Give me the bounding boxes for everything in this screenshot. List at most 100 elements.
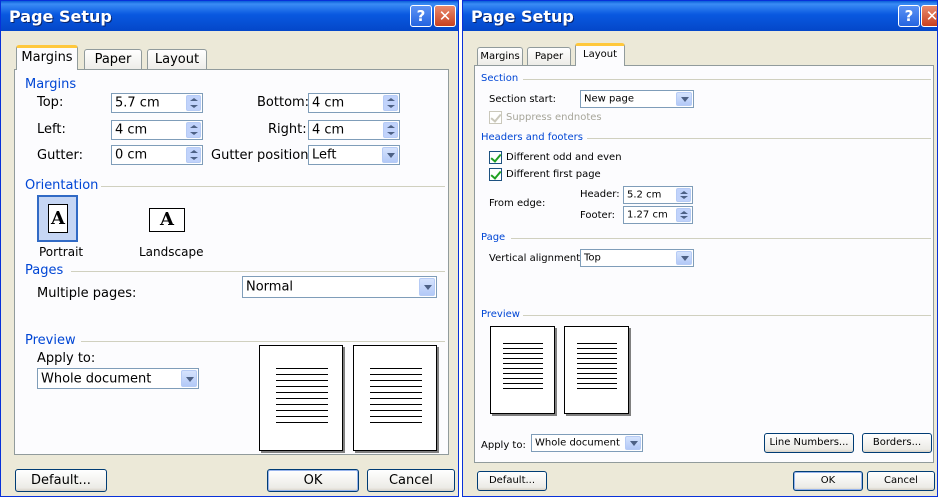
right-margin-field[interactable]: 4 cm	[308, 120, 400, 140]
portrait-icon: A	[48, 204, 68, 233]
vertical-alignment-value: Top	[584, 252, 601, 264]
landscape-icon: A	[149, 208, 185, 232]
preview-line	[577, 343, 617, 344]
help-button[interactable]: ?	[410, 5, 432, 27]
preview-line	[276, 398, 328, 399]
landscape-label: Landscape	[139, 245, 204, 259]
left-margin-field[interactable]: 4 cm	[111, 120, 203, 140]
default-button[interactable]: Default...	[477, 471, 547, 491]
preview-line	[370, 416, 422, 417]
chevron-down-icon[interactable]	[419, 278, 435, 296]
tab-margins[interactable]: Margins	[477, 47, 523, 66]
right-margin-spinner[interactable]	[383, 122, 398, 138]
preview-line	[276, 386, 328, 387]
gutter-value: 0 cm	[115, 147, 148, 163]
footer-label: Footer:	[580, 210, 616, 221]
help-button[interactable]: ?	[898, 5, 920, 27]
portrait-button[interactable]: A	[37, 195, 78, 242]
page-setup-dialog-margins: Page Setup ? ✕ Margins Paper Layout Marg…	[0, 0, 459, 497]
chevron-down-icon[interactable]	[625, 436, 641, 450]
line-numbers-button[interactable]: Line Numbers...	[764, 433, 854, 453]
tab-margins[interactable]: Margins	[16, 45, 78, 70]
section-start-dropdown[interactable]: New page	[580, 90, 694, 108]
apply-to-dropdown[interactable]: Whole document	[531, 434, 643, 452]
preview-line	[370, 398, 422, 399]
preview-line	[503, 363, 543, 364]
default-button[interactable]: Default...	[15, 469, 107, 492]
dialog-title: Page Setup	[471, 7, 574, 26]
gutter-label: Gutter:	[37, 148, 84, 163]
preview-divider	[523, 315, 931, 316]
left-margin-spinner[interactable]	[186, 122, 201, 138]
different-first-page-checkbox[interactable]	[489, 168, 502, 181]
apply-to-value: Whole document	[41, 371, 152, 386]
bottom-margin-field[interactable]: 4 cm	[308, 93, 400, 113]
group-pages: Pages	[25, 263, 64, 278]
pages-divider	[71, 271, 445, 272]
suppress-endnotes-checkbox[interactable]	[489, 111, 502, 124]
preview-page-left	[259, 345, 343, 451]
dialog-title: Page Setup	[9, 7, 112, 26]
tab-layout[interactable]: Layout	[147, 49, 207, 71]
headers-footers-divider	[587, 138, 931, 139]
ok-button[interactable]: OK	[793, 471, 863, 491]
bottom-margin-spinner[interactable]	[383, 95, 398, 111]
gutter-spinner[interactable]	[186, 147, 201, 163]
header-distance-value: 5.2 cm	[627, 189, 662, 201]
from-edge-label: From edge:	[489, 198, 546, 209]
cancel-button[interactable]: Cancel	[867, 471, 935, 491]
preview-line	[503, 348, 543, 349]
chevron-down-icon[interactable]	[676, 92, 692, 106]
group-margins: Margins	[25, 77, 77, 92]
chevron-down-icon[interactable]	[676, 251, 692, 265]
gutter-field[interactable]: 0 cm	[111, 145, 203, 165]
title-bar: Page Setup ? ✕	[1, 1, 458, 31]
footer-distance-field[interactable]: 1.27 cm	[623, 206, 693, 224]
different-odd-even-checkbox[interactable]	[489, 151, 502, 164]
preview-line	[370, 386, 422, 387]
header-label: Header:	[580, 189, 620, 200]
vertical-alignment-dropdown[interactable]: Top	[580, 249, 694, 267]
top-margin-spinner[interactable]	[186, 95, 201, 111]
multiple-pages-dropdown[interactable]: Normal	[242, 276, 437, 298]
preview-line	[577, 363, 617, 364]
page-setup-dialog-layout: Page Setup ? ✕ Margins Paper Layout Sect…	[462, 0, 938, 497]
preview-line	[370, 392, 422, 393]
preview-line	[577, 348, 617, 349]
group-page: Page	[481, 232, 506, 243]
footer-distance-spinner[interactable]	[676, 208, 691, 222]
top-margin-field[interactable]: 5.7 cm	[111, 93, 203, 113]
close-button[interactable]: ✕	[921, 5, 937, 27]
multiple-pages-label: Multiple pages:	[37, 286, 137, 301]
preview-line	[577, 373, 617, 374]
preview-line	[503, 343, 543, 344]
portrait-label: Portrait	[39, 245, 84, 259]
preview-line	[370, 410, 422, 411]
borders-button[interactable]: Borders...	[862, 433, 932, 453]
preview-line	[503, 353, 543, 354]
tab-layout[interactable]: Layout	[575, 43, 625, 66]
tab-paper[interactable]: Paper	[527, 47, 571, 66]
right-label: Right:	[268, 122, 307, 137]
cancel-button[interactable]: Cancel	[367, 469, 455, 492]
apply-to-dropdown[interactable]: Whole document	[37, 368, 199, 389]
section-start-label: Section start:	[489, 94, 556, 105]
ok-button[interactable]: OK	[267, 469, 359, 492]
header-distance-spinner[interactable]	[676, 188, 691, 202]
tab-paper[interactable]: Paper	[84, 49, 142, 71]
header-distance-field[interactable]: 5.2 cm	[623, 186, 693, 204]
gutter-position-dropdown[interactable]: Left	[308, 145, 400, 165]
preview-line	[577, 383, 617, 384]
landscape-button[interactable]: A	[135, 195, 203, 242]
bottom-label: Bottom:	[257, 95, 310, 110]
preview-line	[503, 388, 543, 389]
chevron-down-icon[interactable]	[382, 147, 398, 163]
bottom-margin-value: 4 cm	[312, 95, 345, 111]
footer-distance-value: 1.27 cm	[627, 209, 668, 221]
preview-line	[503, 383, 543, 384]
top-margin-value: 5.7 cm	[115, 95, 160, 111]
chevron-down-icon[interactable]	[181, 370, 197, 387]
close-button[interactable]: ✕	[434, 5, 456, 27]
suppress-endnotes-label: Suppress endnotes	[506, 112, 602, 123]
preview-line	[577, 388, 617, 389]
